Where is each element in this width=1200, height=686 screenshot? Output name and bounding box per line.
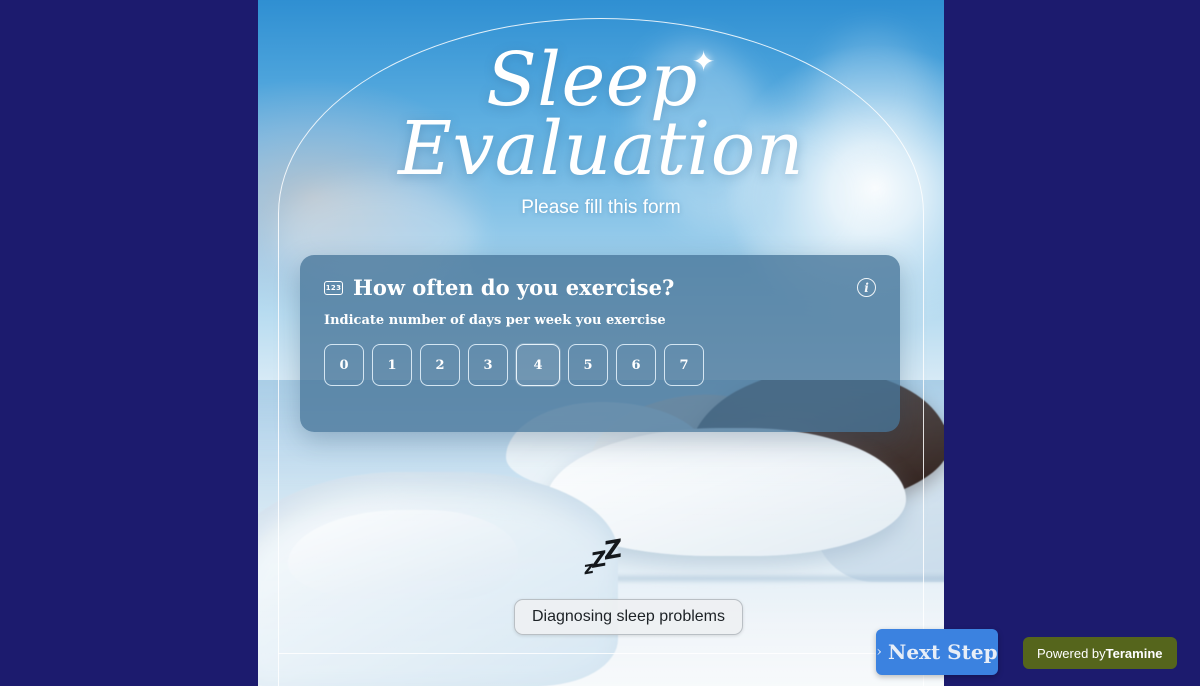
question-help-text: Indicate number of days per week you exe… bbox=[324, 313, 666, 328]
powered-by-badge[interactable]: Powered by Teramine bbox=[1023, 637, 1177, 669]
page-root: Sleep✦ Evaluation Please fill this form … bbox=[0, 0, 1200, 686]
powered-by-prefix: Powered by bbox=[1037, 645, 1106, 661]
exercise-days-option-group: 01234567 bbox=[324, 344, 876, 386]
next-step-button[interactable]: › Next Step bbox=[876, 629, 998, 675]
next-step-label: Next Step bbox=[888, 640, 998, 664]
exercise-days-option-3[interactable]: 3 bbox=[468, 344, 508, 386]
exercise-days-option-6[interactable]: 6 bbox=[616, 344, 656, 386]
question-card-header: 123 How often do you exercise? i bbox=[324, 275, 876, 300]
question-title-group: 123 How often do you exercise? bbox=[324, 275, 674, 300]
diagnosing-caption-pill: Diagnosing sleep problems bbox=[514, 599, 743, 635]
exercise-days-option-2[interactable]: 2 bbox=[420, 344, 460, 386]
question-title: How often do you exercise? bbox=[353, 275, 675, 300]
info-icon[interactable]: i bbox=[857, 278, 876, 297]
exercise-days-option-1[interactable]: 1 bbox=[372, 344, 412, 386]
exercise-days-option-4[interactable]: 4 bbox=[516, 344, 560, 386]
powered-by-brand: Teramine bbox=[1105, 645, 1163, 661]
chevron-right-icon: › bbox=[876, 644, 883, 660]
exercise-days-option-5[interactable]: 5 bbox=[568, 344, 608, 386]
cloud-wisp bbox=[818, 30, 928, 150]
exercise-days-option-0[interactable]: 0 bbox=[324, 344, 364, 386]
exercise-days-option-7[interactable]: 7 bbox=[664, 344, 704, 386]
form-panel: Sleep✦ Evaluation Please fill this form … bbox=[258, 0, 944, 686]
numeric-input-icon: 123 bbox=[324, 280, 343, 295]
question-card: 123 How often do you exercise? i Indicat… bbox=[300, 255, 900, 432]
